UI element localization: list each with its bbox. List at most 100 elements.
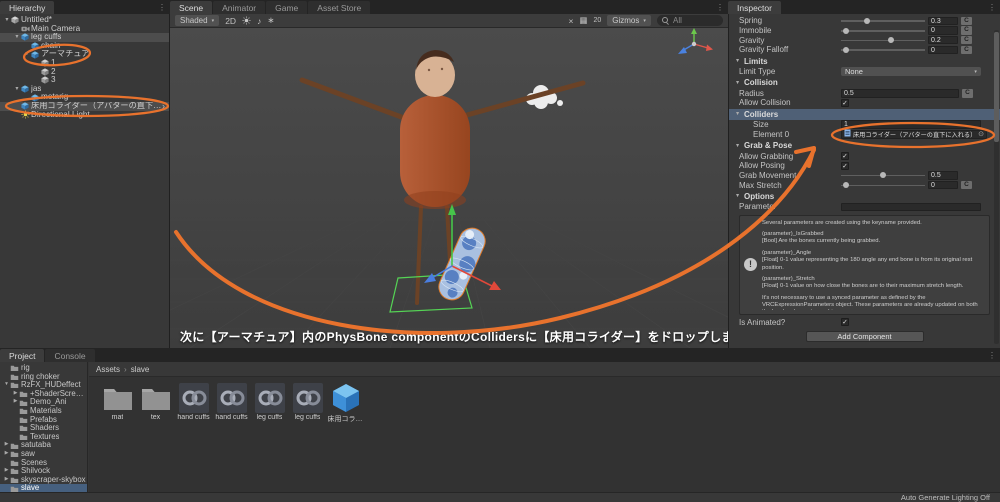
breadcrumb-root[interactable]: Assets — [96, 365, 120, 374]
dropdown[interactable]: None ▾ — [841, 67, 981, 77]
foldout-icon[interactable]: ▶ — [3, 450, 10, 459]
slider[interactable] — [841, 45, 925, 54]
tab-game[interactable]: Game — [266, 1, 308, 14]
project-tree-item-rig[interactable]: rig — [0, 364, 87, 373]
hierarchy-item-item[interactable]: ▼ アーマチュア — [0, 50, 169, 59]
tool-handle-icon[interactable]: × — [568, 16, 573, 26]
hierarchy-item-2[interactable]: 2 — [0, 68, 169, 77]
value-field[interactable]: 0.5 — [928, 171, 958, 180]
asset-item[interactable]: mat — [99, 383, 136, 421]
slider[interactable] — [841, 171, 925, 180]
project-tree-item-rzfx-hudeffect[interactable]: ▼ RzFX_HUDeffect — [0, 381, 87, 390]
tab-hierarchy[interactable]: Hierarchy — [0, 1, 55, 14]
project-tree-item-shaders[interactable]: Shaders — [0, 424, 87, 433]
panel-menu-icon[interactable]: ⋮ — [988, 351, 996, 360]
project-tree-item-scenes[interactable]: Scenes — [0, 459, 87, 468]
slider[interactable] — [841, 26, 925, 35]
value-field[interactable]: 0.3 — [928, 16, 958, 26]
hierarchy-item-3[interactable]: 3 — [0, 76, 169, 85]
text-field[interactable]: 1 — [841, 120, 981, 129]
foldout-icon[interactable]: ▼ — [13, 85, 21, 94]
section-collision[interactable]: ▼ Collision — [729, 77, 1000, 88]
project-tree-item-ring-choker[interactable]: ring choker — [0, 373, 87, 382]
value-field[interactable]: 0 — [928, 45, 958, 55]
curve-button[interactable]: C — [961, 35, 972, 45]
hierarchy-item-untitled[interactable]: ▼ Untitled* — [0, 16, 169, 25]
checkbox[interactable]: ✓ — [841, 318, 849, 327]
auto-generate-lighting-toggle[interactable]: Auto Generate Lighting Off — [901, 493, 1000, 502]
foldout-icon[interactable]: ▼ — [735, 143, 744, 149]
tab-scene[interactable]: Scene — [170, 1, 213, 14]
hierarchy-item-main-camera[interactable]: Main Camera — [0, 25, 169, 34]
hierarchy-item-1[interactable]: 1 — [0, 59, 169, 68]
checkbox[interactable]: ✓ — [841, 161, 849, 170]
hierarchy-item-metarig[interactable]: metarig — [0, 93, 169, 102]
foldout-icon[interactable]: ▼ — [13, 33, 21, 42]
checkbox[interactable]: ✓ — [841, 98, 849, 107]
section-grab-pose[interactable]: ▼ Grab & Pose — [729, 140, 1000, 151]
panel-menu-icon[interactable]: ⋮ — [716, 3, 724, 12]
project-tree-item-demo-ani[interactable]: ▶ Demo_Ani — [0, 398, 87, 407]
project-tree-item-saw[interactable]: ▶ saw — [0, 450, 87, 459]
foldout-icon[interactable]: ▼ — [3, 381, 10, 390]
chevron-right-icon[interactable]: › — [162, 102, 169, 111]
tab-project[interactable]: Project — [0, 349, 45, 362]
text-field[interactable]: 0.5 — [841, 89, 959, 98]
project-tree-item-slave[interactable]: slave — [0, 484, 87, 492]
foldout-icon[interactable]: ▼ — [735, 193, 744, 199]
tab-asset-store[interactable]: Asset Store — [308, 1, 371, 14]
foldout-icon[interactable]: ▼ — [735, 58, 744, 64]
slider[interactable] — [841, 16, 925, 25]
foldout-icon[interactable]: ▶ — [3, 476, 10, 485]
object-field[interactable]: 床用コライダー（アバターの直下に入れる）(VRC⊙ — [841, 129, 987, 140]
curve-button[interactable]: C — [961, 26, 972, 35]
asset-item[interactable]: leg cuffs — [251, 383, 288, 421]
shading-mode-dropdown[interactable]: Shaded ▾ — [175, 15, 220, 26]
slider[interactable] — [841, 181, 925, 190]
foldout-icon[interactable]: ▶ — [3, 467, 10, 476]
asset-item[interactable]: hand cuffs — [175, 383, 212, 421]
foldout-icon[interactable]: ▶ — [12, 390, 19, 399]
asset-item[interactable]: hand cuffs — [213, 383, 250, 421]
lighting-toggle-icon[interactable] — [242, 16, 251, 25]
tab-inspector[interactable]: Inspector — [728, 1, 781, 14]
tab-animator[interactable]: Animator — [213, 1, 266, 14]
scene-search-input[interactable]: All — [657, 15, 723, 26]
asset-item[interactable]: tex — [137, 383, 174, 421]
section-options[interactable]: ▼ Options — [729, 191, 1000, 202]
curve-button[interactable]: C — [962, 89, 973, 98]
foldout-icon[interactable]: ▼ — [23, 50, 31, 59]
inspector-scrollbar[interactable] — [994, 30, 999, 344]
value-field[interactable]: 0.2 — [928, 35, 958, 45]
hierarchy-item-directional-light[interactable]: Directional Light — [0, 111, 169, 120]
value-field[interactable]: 0 — [928, 180, 958, 190]
foldout-icon[interactable]: ▶ — [3, 441, 10, 450]
foldout-icon[interactable]: ▼ — [3, 16, 11, 25]
project-tree-item-shaderscreens[interactable]: ▶ +ShaderScreens — [0, 390, 87, 399]
hierarchy-item-leg-cuffs[interactable]: ▼ leg cuffs — [0, 33, 169, 42]
foldout-icon[interactable]: ▼ — [735, 80, 744, 86]
object-picker-icon[interactable]: ⊙ — [978, 130, 984, 138]
hierarchy-item-jas[interactable]: ▼ jas — [0, 85, 169, 94]
project-tree-item-prefabs[interactable]: Prefabs — [0, 416, 87, 425]
project-tree-item-textures[interactable]: Textures — [0, 433, 87, 442]
effects-toggle-icon[interactable]: ∗ — [267, 15, 274, 26]
text-field[interactable] — [841, 202, 981, 212]
curve-button[interactable]: C — [961, 180, 972, 190]
panel-menu-icon[interactable]: ⋮ — [988, 3, 996, 12]
slider[interactable] — [841, 36, 925, 45]
asset-item[interactable]: leg cuffs — [289, 383, 326, 421]
asset-item[interactable]: 床用コライダー — [327, 383, 364, 424]
tab-console[interactable]: Console — [45, 349, 95, 362]
curve-button[interactable]: C — [961, 16, 972, 26]
add-component-button[interactable]: Add Component — [805, 331, 924, 343]
grid-visibility-icon[interactable]: ▦ — [579, 15, 587, 26]
value-field[interactable]: 0 — [928, 26, 958, 35]
project-tree-item-shilvock[interactable]: ▶ Shilvock — [0, 467, 87, 476]
hierarchy-item-chain[interactable]: chain — [0, 42, 169, 51]
2d-toggle-button[interactable]: 2D — [225, 16, 236, 26]
gizmos-dropdown[interactable]: Gizmos ▾ — [607, 15, 651, 26]
audio-toggle-icon[interactable]: ♪ — [257, 16, 261, 26]
foldout-icon[interactable]: ▶ — [12, 398, 19, 407]
foldout-icon[interactable]: ▼ — [735, 111, 744, 117]
